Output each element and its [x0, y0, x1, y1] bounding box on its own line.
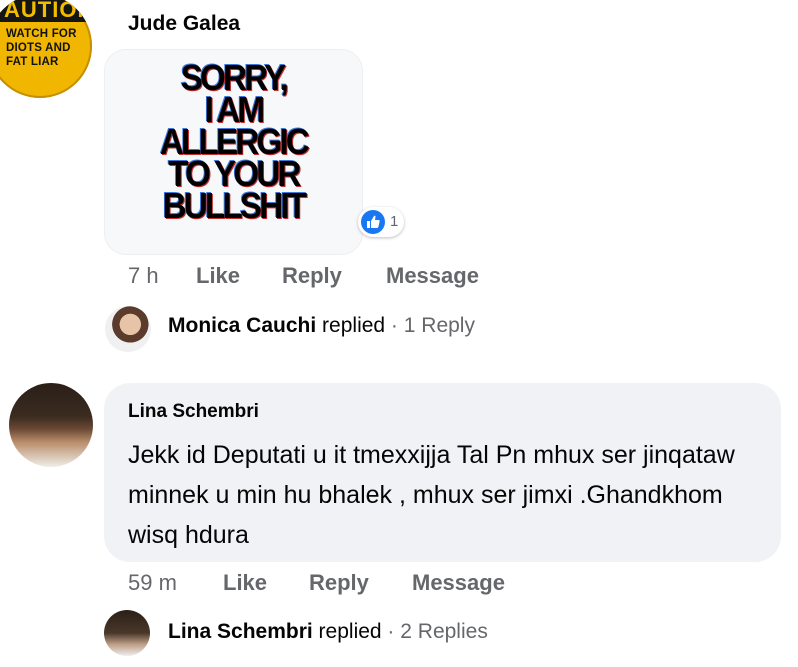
avatar-caution-line: WATCH FOR	[6, 28, 77, 40]
reaction-summary[interactable]: 1	[358, 207, 404, 237]
replied-verb: replied	[322, 314, 386, 337]
comment-timestamp[interactable]: 7 h	[128, 263, 159, 288]
view-replies-link[interactable]: Monica Cauchi replied · 1 Reply	[168, 314, 475, 338]
avatar-jude-galea[interactable]: AUTION WATCH FOR DIOTS AND FAT LIAR	[0, 0, 92, 98]
reply-count: 2 Replies	[400, 620, 488, 643]
replier-name: Lina Schembri	[168, 620, 313, 643]
avatar-lina-schembri[interactable]	[9, 383, 93, 467]
message-button[interactable]: Message	[412, 570, 505, 595]
replies-separator: ·	[385, 314, 404, 337]
reaction-count: 1	[390, 213, 399, 230]
view-replies-link[interactable]: Lina Schembri replied · 2 Replies	[168, 620, 488, 644]
comment-author-name[interactable]: Jude Galea	[128, 12, 240, 36]
reply-button[interactable]: Reply	[282, 263, 342, 288]
replier-name: Monica Cauchi	[168, 314, 317, 337]
sticker-text: SORRY, I AM ALLERGIC TO YOUR BULLSHIT	[115, 60, 351, 226]
comment-text: Jekk id Deputati u it tmexxijja Tal Pn m…	[128, 441, 735, 549]
thumbs-up-icon	[361, 210, 385, 234]
comment-timestamp[interactable]: 59 m	[128, 570, 177, 595]
sticker-image[interactable]: SORRY, I AM ALLERGIC TO YOUR BULLSHIT	[104, 49, 363, 255]
replies-separator: ·	[381, 620, 401, 643]
reply-button[interactable]: Reply	[309, 570, 369, 595]
comment-author-name[interactable]: Lina Schembri	[128, 401, 259, 423]
comment-bubble: Lina Schembri Jekk id Deputati u it tmex…	[104, 383, 781, 562]
comment-meta-row: 7 h	[128, 263, 159, 289]
avatar-lina-schembri-small	[104, 610, 150, 656]
message-button[interactable]: Message	[386, 263, 479, 288]
like-button[interactable]: Like	[196, 263, 240, 288]
avatar-monica-cauchi	[105, 306, 151, 352]
reply-count: 1 Reply	[403, 314, 475, 337]
replied-verb: replied	[318, 620, 382, 643]
avatar-caution-line: FAT LIAR	[6, 56, 59, 68]
sticker-line: BULLSHIT	[162, 185, 307, 226]
avatar-caution-title: AUTION	[0, 0, 92, 22]
avatar-caution-line: DIOTS AND	[6, 42, 71, 54]
like-button[interactable]: Like	[223, 570, 267, 595]
